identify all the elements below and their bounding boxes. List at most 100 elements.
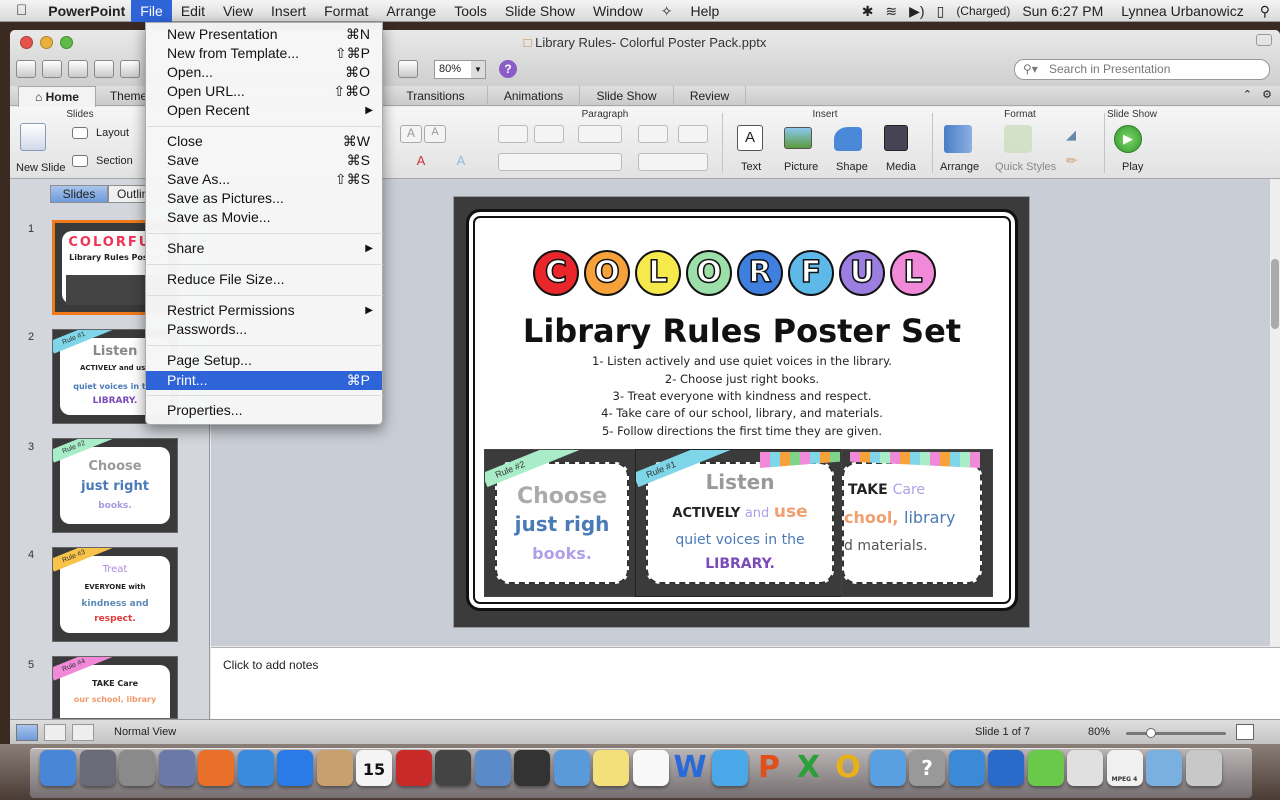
- layout-icon[interactable]: [72, 127, 88, 139]
- section-icon[interactable]: [72, 155, 88, 167]
- iphoto-icon[interactable]: [474, 750, 511, 786]
- shape-icon[interactable]: [834, 127, 862, 151]
- menu-format[interactable]: Format: [315, 0, 377, 22]
- media-icon[interactable]: [884, 125, 908, 151]
- slide-thumbnail-3[interactable]: Choose just right books. Rule #2: [52, 438, 178, 533]
- font-size-up-icon[interactable]: A: [400, 125, 422, 143]
- user-name[interactable]: Lynnea Urbanowicz: [1109, 3, 1249, 19]
- menu-view[interactable]: View: [214, 0, 262, 22]
- indent-icon[interactable]: [578, 125, 622, 143]
- slide-thumbnail-5[interactable]: TAKE Care our school, library Rule #4: [52, 656, 178, 719]
- menu-tools[interactable]: Tools: [445, 0, 496, 22]
- arrange-button[interactable]: Arrange: [940, 161, 979, 173]
- apple-menu-icon[interactable]: : [0, 0, 39, 22]
- tab-slides[interactable]: Slides: [50, 185, 108, 203]
- menu-item-reduce-file-size[interactable]: Reduce File Size...: [146, 270, 382, 289]
- menu-edit[interactable]: Edit: [172, 0, 214, 22]
- canvas-scrollbar[interactable]: [1269, 179, 1280, 646]
- section-button[interactable]: Section: [96, 155, 133, 167]
- collapse-ribbon-icon[interactable]: ⌃: [1243, 88, 1252, 101]
- picture-icon[interactable]: [784, 127, 812, 149]
- new-icon[interactable]: [16, 60, 36, 78]
- script-menu-icon[interactable]: ✧: [652, 0, 682, 22]
- shape-button[interactable]: Shape: [836, 161, 868, 173]
- safari-icon[interactable]: [237, 750, 274, 786]
- messenger-icon[interactable]: [869, 750, 906, 786]
- network-icon[interactable]: [948, 750, 985, 786]
- calendar-icon[interactable]: 15: [356, 750, 392, 786]
- battery-status[interactable]: (Charged): [950, 4, 1016, 18]
- help-icon[interactable]: ?: [499, 60, 517, 78]
- menu-item-properties[interactable]: Properties...: [146, 401, 382, 420]
- open-icon[interactable]: [68, 60, 88, 78]
- zoom-slider[interactable]: [1126, 728, 1226, 738]
- menu-item-open[interactable]: Open... ⌘O: [146, 63, 382, 82]
- media-button[interactable]: Media: [886, 161, 916, 173]
- system-preferences-icon[interactable]: [119, 750, 155, 786]
- menu-item-page-setup[interactable]: Page Setup...: [146, 351, 382, 370]
- menu-item-open-recent[interactable]: Open Recent ▶: [146, 101, 382, 120]
- photo-booth-icon[interactable]: [395, 750, 432, 786]
- recycle-icon[interactable]: [1027, 750, 1064, 786]
- bluetooth-icon[interactable]: ✱: [856, 3, 880, 20]
- quick-styles-button[interactable]: Quick Styles: [995, 161, 1056, 173]
- imovie-icon[interactable]: [514, 750, 550, 786]
- notes-pane[interactable]: Click to add notes: [211, 647, 1280, 719]
- templates-icon[interactable]: [42, 60, 62, 78]
- word-icon[interactable]: W: [672, 750, 708, 786]
- menu-slide-show[interactable]: Slide Show: [496, 0, 584, 22]
- menu-item-passwords[interactable]: Passwords...: [146, 320, 382, 339]
- menu-window[interactable]: Window: [584, 0, 652, 22]
- notes-placeholder[interactable]: Click to add notes: [223, 658, 318, 672]
- finder-icon[interactable]: [40, 750, 76, 786]
- new-slide-button[interactable]: New Slide: [16, 162, 66, 174]
- wifi-icon[interactable]: ≋: [879, 3, 903, 20]
- menu-item-save[interactable]: Save ⌘S: [146, 151, 382, 170]
- toolbar-toggle-button[interactable]: [1256, 34, 1272, 46]
- play-button[interactable]: Play: [1122, 161, 1143, 173]
- fill-color-icon[interactable]: ◢: [1066, 127, 1082, 143]
- menu-insert[interactable]: Insert: [262, 0, 315, 22]
- search-input[interactable]: ⚲▾ Search in Presentation: [1014, 59, 1270, 80]
- folder-icon[interactable]: [1146, 750, 1182, 786]
- menu-item-new-from-template[interactable]: New from Template... ⇧⌘P: [146, 44, 382, 63]
- picture-button[interactable]: Picture: [784, 161, 818, 173]
- menu-item-close[interactable]: Close ⌘W: [146, 132, 382, 151]
- menu-item-print[interactable]: Print... ⌘P: [146, 371, 382, 390]
- numbering-icon[interactable]: [534, 125, 564, 143]
- mpeg4-file-icon[interactable]: MPEG 4: [1106, 750, 1143, 786]
- menu-file[interactable]: File: [131, 0, 172, 22]
- layout-button[interactable]: Layout: [96, 127, 129, 139]
- new-slide-icon[interactable]: [20, 123, 46, 151]
- windows-icon[interactable]: [988, 750, 1024, 786]
- preview-icon[interactable]: [553, 750, 590, 786]
- tab-home[interactable]: ⌂ Home: [18, 86, 96, 107]
- arrange-icon[interactable]: [944, 125, 972, 153]
- volume-icon[interactable]: ▶): [903, 3, 930, 20]
- text-effects-icon[interactable]: A: [450, 153, 472, 171]
- trash-icon[interactable]: [1185, 750, 1222, 786]
- menu-item-share[interactable]: Share ▶: [146, 239, 382, 258]
- text-direction-icon[interactable]: [638, 153, 708, 171]
- font-size-down-icon[interactable]: A: [424, 125, 446, 143]
- zoom-slider-thumb[interactable]: [1146, 728, 1156, 738]
- powerpoint-icon[interactable]: P: [751, 750, 787, 786]
- slide-1[interactable]: COLORFUL Library Rules Poster Set 1- Lis…: [453, 196, 1030, 628]
- firefox-icon[interactable]: [198, 750, 234, 786]
- print-icon[interactable]: [120, 60, 140, 78]
- fit-to-window-icon[interactable]: [1236, 724, 1254, 740]
- align-buttons-icon[interactable]: [498, 153, 622, 171]
- normal-view-button[interactable]: [16, 724, 38, 741]
- menu-item-restrict-permissions[interactable]: Restrict Permissions ▶: [146, 301, 382, 320]
- stickies-icon[interactable]: [593, 750, 629, 786]
- quick-styles-icon[interactable]: [1004, 125, 1032, 153]
- textedit-icon[interactable]: [632, 750, 669, 786]
- font-color-icon[interactable]: A: [410, 153, 432, 171]
- columns-icon[interactable]: [678, 125, 708, 143]
- help-icon[interactable]: ?: [909, 750, 945, 786]
- tab-slide-show[interactable]: Slide Show: [580, 86, 674, 106]
- menu-help[interactable]: Help: [681, 0, 728, 22]
- menu-item-open-url[interactable]: Open URL... ⇧⌘O: [146, 82, 382, 101]
- menu-item-new-presentation[interactable]: New Presentation ⌘N: [146, 25, 382, 44]
- spotlight-icon[interactable]: ⚲: [1250, 3, 1280, 20]
